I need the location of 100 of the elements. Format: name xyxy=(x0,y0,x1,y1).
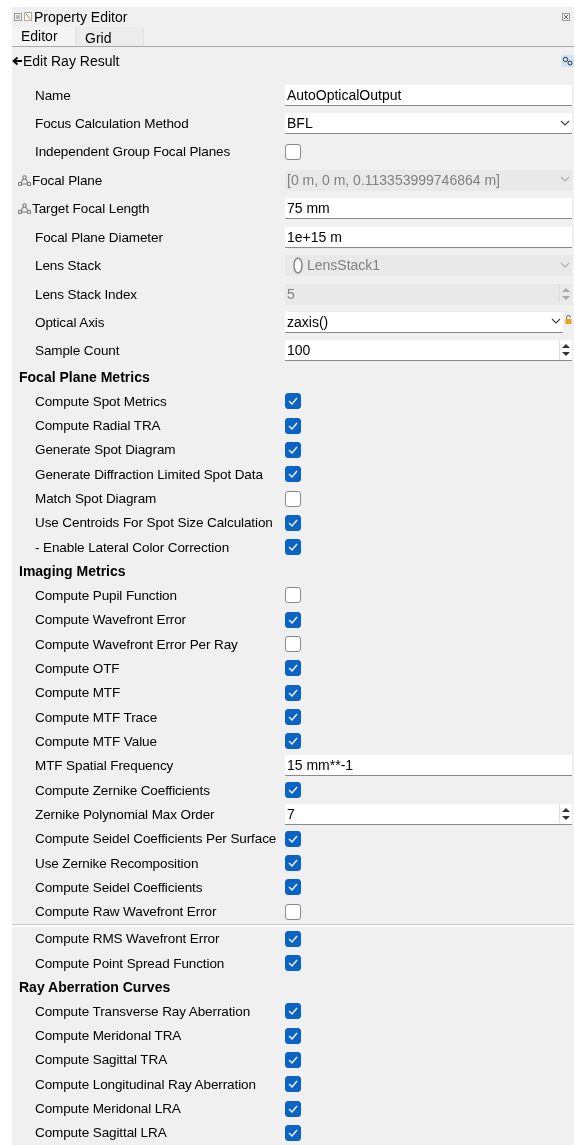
property-label: Compute Raw Wavefront Error xyxy=(35,904,217,920)
property-label: Compute MTF Value xyxy=(35,733,157,749)
section-heading: Ray Aberration Curves xyxy=(19,979,171,996)
checkbox[interactable] xyxy=(285,417,301,434)
check-icon xyxy=(288,959,298,968)
property-label: Lens Stack Index xyxy=(35,286,137,302)
property-label: Generate Spot Diagram xyxy=(35,442,176,458)
checkbox[interactable] xyxy=(285,1100,301,1117)
check-icon xyxy=(288,934,298,943)
check-icon xyxy=(288,543,298,552)
tab[interactable]: Editor xyxy=(12,26,76,46)
property-label: Compute Radial TRA xyxy=(35,418,161,433)
property-label: Compute Point Spread Function xyxy=(35,955,225,971)
checkbox[interactable] xyxy=(285,955,301,972)
property-label: Compute Zernike Coefficients xyxy=(35,782,210,798)
text-field[interactable]: 15 mm**-1 xyxy=(285,755,572,777)
checkbox[interactable] xyxy=(285,1027,301,1044)
checkbox[interactable] xyxy=(285,587,301,604)
check-icon xyxy=(288,397,298,406)
property-label: Lens Stack xyxy=(35,258,101,274)
editor-icon xyxy=(24,12,32,22)
section-heading: Focal Plane Metrics xyxy=(19,369,150,386)
property-label: Generate Diffraction Limited Spot Data xyxy=(35,466,263,482)
text-field[interactable]: 1e+15 m xyxy=(285,226,572,248)
node-link-icon xyxy=(18,203,31,215)
spin-down-icon[interactable] xyxy=(562,352,570,358)
checkbox[interactable] xyxy=(285,143,301,160)
dropdown[interactable]: zaxis() xyxy=(285,311,563,333)
checkbox[interactable] xyxy=(285,855,301,872)
text-field[interactable]: AutoOpticalOutput xyxy=(285,84,572,106)
text-field[interactable]: 75 mm xyxy=(285,198,572,220)
checkbox[interactable] xyxy=(285,1003,301,1020)
check-icon xyxy=(288,737,298,746)
close-icon[interactable] xyxy=(562,12,570,21)
caret-icon[interactable] xyxy=(551,318,561,326)
checkbox[interactable] xyxy=(285,1051,301,1068)
check-icon xyxy=(288,1128,298,1137)
checkbox[interactable] xyxy=(285,466,301,483)
property-label: Compute Seidel Coefficients Per Surface xyxy=(35,831,277,847)
check-icon xyxy=(288,615,298,624)
spin-up-icon[interactable] xyxy=(562,343,570,349)
lens-icon xyxy=(293,256,303,274)
tab[interactable]: Grid xyxy=(76,26,144,46)
gears-icon[interactable] xyxy=(561,54,574,67)
property-label: - Enable Lateral Color Correction xyxy=(35,539,230,555)
property-label: Compute RMS Wavefront Error xyxy=(35,931,220,947)
checkbox[interactable] xyxy=(285,514,301,531)
property-label: Compute Meridonal TRA xyxy=(35,1028,182,1044)
checkbox[interactable] xyxy=(285,782,301,799)
spin-down-icon[interactable] xyxy=(562,815,570,821)
checkbox[interactable] xyxy=(285,903,301,920)
checkbox[interactable] xyxy=(285,733,301,750)
check-icon xyxy=(288,1007,298,1016)
checkbox[interactable] xyxy=(285,684,301,701)
checkbox[interactable] xyxy=(285,879,301,896)
spin-box[interactable]: 100 xyxy=(285,340,572,362)
property-label: Compute OTF xyxy=(35,660,120,676)
checkbox[interactable] xyxy=(285,611,301,628)
page-title: Edit Ray Result xyxy=(23,52,121,69)
property-label: Focal Plane Diameter xyxy=(35,229,163,245)
property-label: Optical Axis xyxy=(35,314,105,330)
check-icon xyxy=(288,1031,298,1040)
check-icon xyxy=(288,1104,298,1113)
spin-box[interactable]: 7 xyxy=(285,803,572,825)
check-icon xyxy=(288,445,298,454)
checkbox[interactable] xyxy=(285,1124,301,1141)
property-label: MTF Spatial Frequency xyxy=(35,758,174,774)
dropdown[interactable]: BFL xyxy=(285,113,572,134)
checkbox[interactable] xyxy=(285,930,301,947)
property-label: Compute Wavefront Error xyxy=(35,612,186,628)
checkbox[interactable] xyxy=(285,709,301,726)
checkbox[interactable] xyxy=(285,660,301,677)
check-icon xyxy=(288,688,298,697)
checkbox[interactable] xyxy=(285,1076,301,1093)
check-icon xyxy=(288,664,298,673)
checkbox[interactable] xyxy=(285,636,301,653)
property-label: Focal Plane xyxy=(32,172,103,188)
spin-up-icon[interactable] xyxy=(562,806,570,812)
property-label: Independent Group Focal Planes xyxy=(35,144,231,160)
check-icon xyxy=(288,786,298,795)
checkbox[interactable] xyxy=(285,393,301,410)
property-label: Compute Sagittal LRA xyxy=(35,1125,167,1141)
property-label: Focus Calculation Method xyxy=(35,116,189,131)
back-arrow-icon[interactable] xyxy=(12,55,23,66)
caret-icon[interactable] xyxy=(560,119,570,127)
property-label: Compute Wavefront Error Per Ray xyxy=(35,636,238,652)
checkbox[interactable] xyxy=(285,830,301,847)
property-label: Sample Count xyxy=(35,343,120,359)
node-link-icon xyxy=(18,174,31,186)
padlock-icon xyxy=(565,314,572,324)
check-icon xyxy=(288,470,298,479)
checkbox[interactable] xyxy=(285,490,301,507)
checkbox[interactable] xyxy=(285,441,301,458)
checkbox[interactable] xyxy=(285,539,301,556)
section-heading: Imaging Metrics xyxy=(19,563,126,580)
property-label: Zernike Polynomial Max Order xyxy=(35,806,215,822)
property-label: Compute Meridonal LRA xyxy=(35,1101,181,1116)
check-icon xyxy=(288,834,298,843)
property-label: Target Focal Length xyxy=(32,201,150,217)
property-label: Compute MTF Trace xyxy=(35,709,158,725)
